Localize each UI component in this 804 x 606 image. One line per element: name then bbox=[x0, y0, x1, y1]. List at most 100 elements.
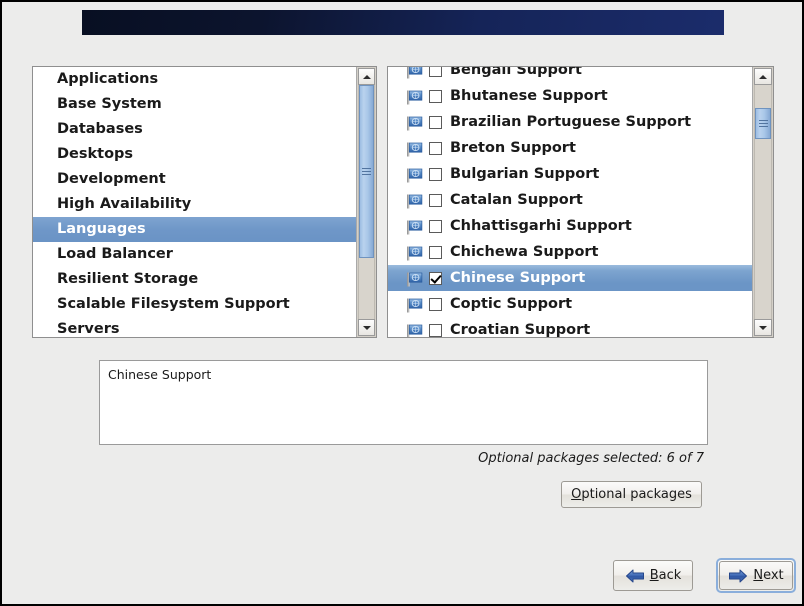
package-group-label: Bengali Support bbox=[450, 67, 582, 78]
environment-group-item[interactable]: Development bbox=[33, 167, 356, 192]
package-description-box: Chinese Support bbox=[99, 360, 708, 445]
arrow-left-icon bbox=[625, 569, 644, 582]
environment-group-label: Scalable Filesystem Support bbox=[57, 296, 290, 312]
package-description-text: Chinese Support bbox=[108, 367, 212, 382]
package-group-item[interactable]: Chinese Support bbox=[388, 265, 752, 291]
environment-group-item[interactable]: Languages bbox=[33, 217, 356, 242]
arrow-right-icon bbox=[729, 569, 748, 582]
package-group-item[interactable]: Bulgarian Support bbox=[388, 161, 752, 187]
package-checkbox[interactable] bbox=[429, 271, 442, 285]
next-label: ext bbox=[763, 568, 784, 583]
package-group-label: Brazilian Portuguese Support bbox=[450, 114, 692, 130]
package-group-label: Catalan Support bbox=[450, 192, 583, 208]
next-mnemonic: N bbox=[753, 568, 764, 583]
flag-icon bbox=[407, 246, 423, 260]
flag-icon bbox=[407, 298, 423, 312]
flag-icon bbox=[407, 142, 423, 156]
package-group-label: Bulgarian Support bbox=[450, 166, 600, 182]
package-checkbox[interactable] bbox=[429, 219, 442, 233]
package-group-viewport[interactable]: Bengali Support Bhutanese Support Brazilia… bbox=[388, 67, 752, 337]
package-group-label: Chinese Support bbox=[450, 270, 586, 286]
scroll-up-button[interactable] bbox=[754, 68, 772, 85]
optional-packages-status: Optional packages selected: 6 of 7 bbox=[478, 451, 704, 466]
environment-group-label: Servers bbox=[57, 321, 120, 337]
environment-group-label: Development bbox=[57, 171, 166, 187]
back-button[interactable]: Back bbox=[613, 560, 693, 591]
environment-group-label: Load Balancer bbox=[57, 246, 173, 262]
environment-group-item[interactable]: Databases bbox=[33, 117, 356, 142]
flag-icon bbox=[407, 194, 423, 208]
environment-group-item[interactable]: Resilient Storage bbox=[33, 267, 356, 292]
scroll-up-arrow-icon bbox=[362, 74, 371, 79]
package-group-label: Croatian Support bbox=[450, 322, 591, 337]
package-group-item[interactable]: Coptic Support bbox=[388, 291, 752, 317]
environment-group-item[interactable]: Scalable Filesystem Support bbox=[33, 292, 356, 317]
environment-group-label: High Availability bbox=[57, 196, 192, 212]
package-checkbox[interactable] bbox=[429, 323, 442, 337]
package-group-item[interactable]: Bhutanese Support bbox=[388, 83, 752, 109]
package-group-label: Coptic Support bbox=[450, 296, 573, 312]
environment-group-item[interactable]: Applications bbox=[33, 67, 356, 92]
flag-icon bbox=[407, 67, 423, 78]
environment-group-item[interactable]: Servers bbox=[33, 317, 356, 337]
package-group-item[interactable]: Chhattisgarhi Support bbox=[388, 213, 752, 239]
flag-icon bbox=[407, 116, 423, 130]
package-checkbox[interactable] bbox=[429, 297, 442, 311]
next-button[interactable]: Next bbox=[716, 558, 796, 593]
package-checkbox[interactable] bbox=[429, 67, 442, 77]
package-group-item[interactable]: Chichewa Support bbox=[388, 239, 752, 265]
environment-group-viewport[interactable]: Applications Base System Databases Desktops… bbox=[33, 67, 356, 337]
environment-group-item[interactable]: High Availability bbox=[33, 192, 356, 217]
package-group-item[interactable]: Breton Support bbox=[388, 135, 752, 161]
flag-icon bbox=[407, 324, 423, 337]
scroll-down-arrow-icon bbox=[362, 325, 371, 330]
package-checkbox[interactable] bbox=[429, 193, 442, 207]
package-group-item[interactable]: Croatian Support bbox=[388, 317, 752, 337]
package-checkbox[interactable] bbox=[429, 141, 442, 155]
back-label: ack bbox=[658, 568, 682, 583]
grip-icon bbox=[362, 166, 371, 177]
package-checkbox[interactable] bbox=[429, 245, 442, 259]
package-group-item[interactable]: Bengali Support bbox=[388, 67, 752, 83]
environment-group-label: Base System bbox=[57, 96, 162, 112]
environment-group-label: Desktops bbox=[57, 146, 134, 162]
environment-group-item[interactable]: Base System bbox=[33, 92, 356, 117]
flag-icon bbox=[407, 272, 423, 286]
environment-group-item[interactable]: Load Balancer bbox=[33, 242, 356, 267]
package-group-label: Breton Support bbox=[450, 140, 576, 156]
package-group-item[interactable]: Brazilian Portuguese Support bbox=[388, 109, 752, 135]
environment-group-item[interactable]: Desktops bbox=[33, 142, 356, 167]
package-group-list[interactable]: Bengali Support Bhutanese Support Brazilia… bbox=[388, 67, 752, 337]
scroll-down-button[interactable] bbox=[754, 319, 772, 336]
optional-packages-mnemonic: O bbox=[571, 487, 582, 502]
optional-packages-label: ptional packages bbox=[581, 487, 692, 502]
package-checkbox[interactable] bbox=[429, 115, 442, 129]
environment-group-label: Databases bbox=[57, 121, 143, 137]
environment-group-list[interactable]: Applications Base System Databases Desktops… bbox=[33, 67, 356, 337]
installer-banner bbox=[82, 10, 724, 35]
flag-icon bbox=[407, 168, 423, 182]
package-group-item[interactable]: Catalan Support bbox=[388, 187, 752, 213]
package-checkbox[interactable] bbox=[429, 89, 442, 103]
back-mnemonic: B bbox=[649, 568, 659, 583]
scrollbar-thumb[interactable] bbox=[755, 108, 771, 139]
scroll-down-button[interactable] bbox=[358, 319, 375, 336]
package-checkbox[interactable] bbox=[429, 167, 442, 181]
environment-list-scrollbar[interactable] bbox=[356, 67, 376, 337]
optional-packages-button[interactable]: Optional packages bbox=[561, 481, 702, 508]
scrollbar-track[interactable] bbox=[358, 85, 375, 319]
package-list-scrollbar[interactable] bbox=[752, 67, 773, 337]
scrollbar-track[interactable] bbox=[754, 85, 772, 319]
package-group-panel[interactable]: Bengali Support Bhutanese Support Brazilia… bbox=[387, 66, 774, 338]
scrollbar-thumb[interactable] bbox=[359, 85, 374, 259]
scroll-up-button[interactable] bbox=[358, 68, 375, 85]
environment-group-label: Applications bbox=[57, 71, 159, 87]
scroll-up-arrow-icon bbox=[759, 74, 767, 79]
grip-icon bbox=[758, 118, 768, 129]
package-group-label: Bhutanese Support bbox=[450, 88, 608, 104]
environment-group-panel[interactable]: Applications Base System Databases Desktops… bbox=[32, 66, 377, 338]
flag-icon bbox=[407, 90, 423, 104]
environment-group-label: Languages bbox=[57, 221, 146, 237]
flag-icon bbox=[407, 220, 423, 234]
package-group-label: Chichewa Support bbox=[450, 244, 599, 260]
